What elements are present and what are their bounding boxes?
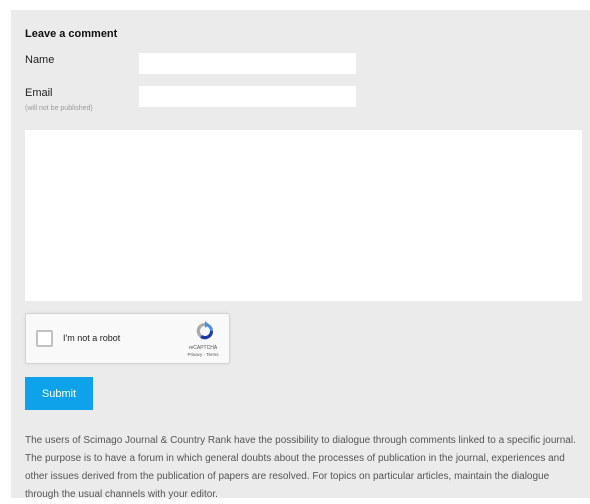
recaptcha-checkbox[interactable] bbox=[36, 330, 53, 347]
name-label: Name bbox=[25, 54, 55, 66]
recaptcha-brand: reCAPTCHA bbox=[188, 345, 218, 351]
email-input[interactable] bbox=[139, 86, 356, 107]
recaptcha-label: I'm not a robot bbox=[63, 333, 121, 343]
comment-form-panel: Leave a comment Name Email (will not be … bbox=[11, 10, 590, 500]
recaptcha-privacy-terms[interactable]: Privacy - Terms bbox=[178, 352, 228, 357]
email-label: Email bbox=[25, 87, 53, 99]
recaptcha-widget: I'm not a robot reCAPTCHA Privacy - Term… bbox=[25, 313, 230, 364]
email-note: (will not be published) bbox=[25, 105, 93, 112]
comment-textarea[interactable] bbox=[25, 130, 582, 301]
recaptcha-logo-icon bbox=[196, 321, 214, 340]
comment-policy-text: The users of Scimago Journal & Country R… bbox=[25, 435, 576, 500]
submit-button[interactable]: Submit bbox=[25, 377, 93, 410]
comment-form-heading: Leave a comment bbox=[25, 28, 118, 40]
name-input[interactable] bbox=[139, 53, 356, 74]
